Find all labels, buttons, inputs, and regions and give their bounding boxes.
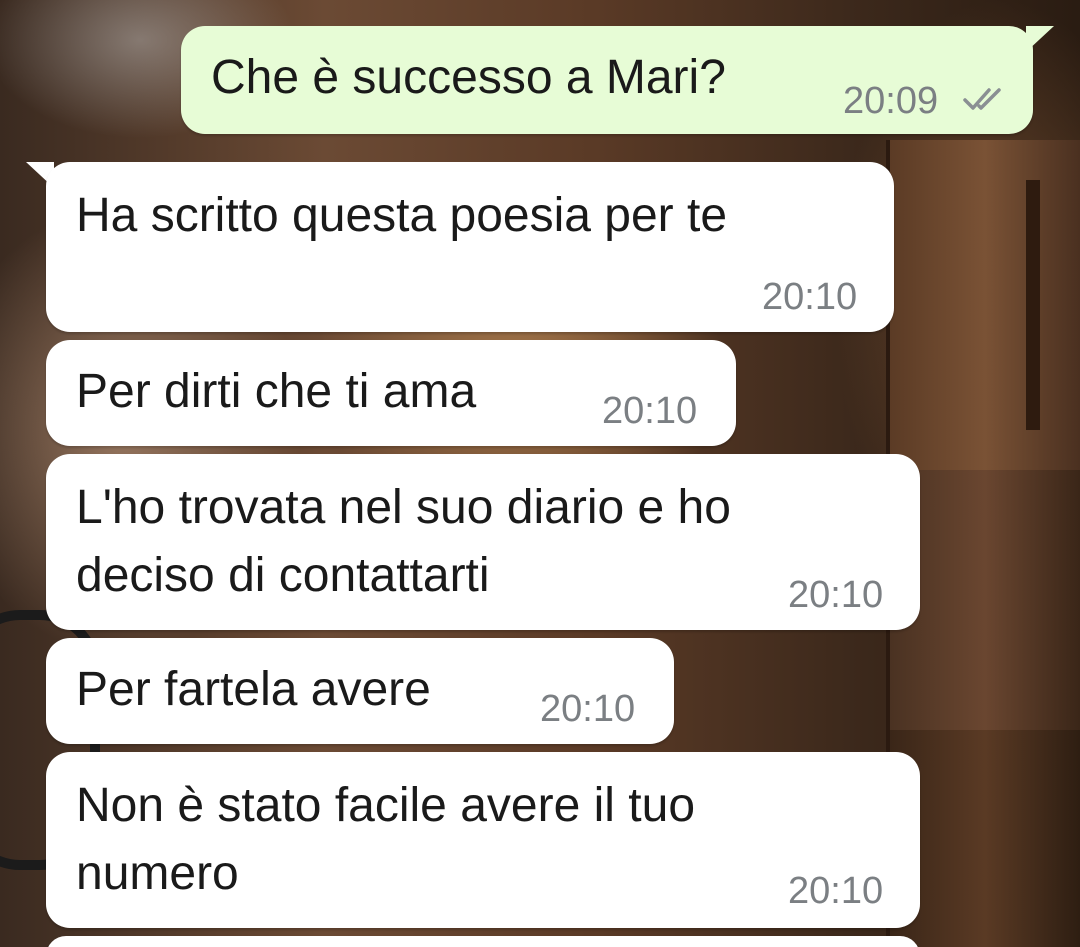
message-bubble-incoming[interactable]: Per fartela avere 20:10 — [46, 638, 674, 744]
message-text: Non è stato facile avere il tuo numero — [76, 779, 696, 900]
bubble-tail — [1026, 26, 1054, 52]
message-list[interactable]: Che è successo a Mari? 20:09 Ha scritto … — [0, 0, 1080, 947]
message-text: Ha scritto questa poesia per te — [76, 189, 728, 242]
message-timestamp: 20:09 — [843, 80, 939, 122]
message-text: Per fartela avere — [76, 663, 431, 716]
message-timestamp: 20:10 — [762, 276, 858, 318]
message-bubble-outgoing[interactable]: Che è successo a Mari? 20:09 — [181, 26, 1033, 134]
message-bubble-incoming[interactable]: Non è stato facile avere il tuo numero 2… — [46, 752, 920, 928]
message-timestamp: 20:10 — [788, 574, 884, 616]
message-bubble-incoming[interactable]: L'ho trovata nel suo diario e ho deciso … — [46, 454, 920, 630]
message-text: L'ho trovata nel suo diario e ho deciso … — [76, 481, 731, 602]
message-bubble-incoming[interactable] — [46, 936, 920, 947]
message-timestamp: 20:10 — [540, 688, 636, 730]
message-text: Che è successo a Mari? — [211, 51, 726, 104]
message-bubble-incoming[interactable]: Ha scritto questa poesia per te 20:10 — [46, 162, 894, 332]
message-timestamp: 20:10 — [602, 390, 698, 432]
message-bubble-incoming[interactable]: Per dirti che ti ama 20:10 — [46, 340, 736, 446]
message-timestamp: 20:10 — [788, 870, 884, 912]
message-text: Per dirti che ti ama — [76, 365, 477, 418]
double-check-icon — [963, 88, 1001, 110]
